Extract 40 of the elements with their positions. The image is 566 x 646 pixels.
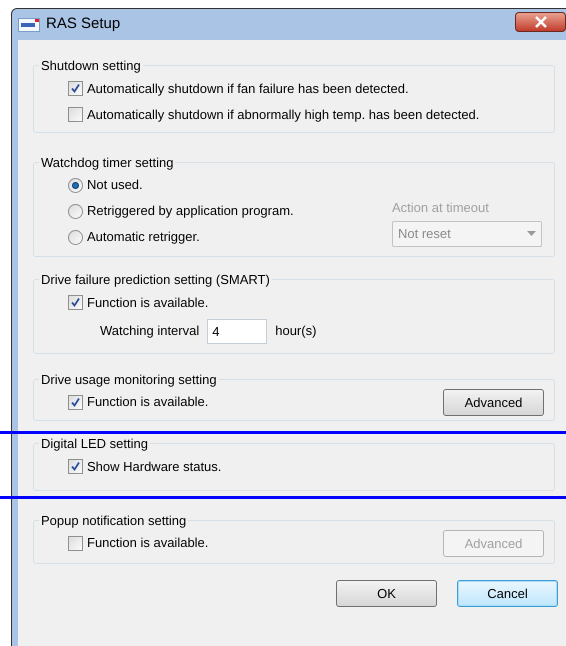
check-icon — [70, 396, 81, 408]
dropdown-label: Action at timeout — [392, 199, 490, 217]
check-icon — [70, 83, 81, 94]
checkbox-label: Automatically shutdown if fan failure has been detected. — [87, 80, 409, 98]
checkbox-label: Function is available. — [87, 393, 208, 412]
dialog-button[interactable]: Cancel — [457, 580, 558, 607]
advanced-button[interactable]: Advanced — [443, 389, 544, 416]
checkbox[interactable] — [68, 459, 83, 474]
group-title: Drive usage monitoring setting — [40, 370, 218, 389]
checkbox[interactable] — [68, 295, 83, 310]
checkbox-label: Automatically shutdown if abnormally high temp. has been detected. — [87, 106, 480, 124]
radio-button[interactable] — [68, 204, 83, 218]
radio-label: Not used. — [87, 176, 143, 194]
group-title: Digital LED setting — [40, 435, 149, 453]
window-title: RAS Setup — [46, 14, 120, 34]
unit-label: hour(s) — [275, 322, 316, 340]
group-title: Shutdown setting — [40, 57, 142, 75]
group-title: Watchdog timer setting — [40, 154, 174, 172]
radio-label: Retriggered by application program. — [87, 202, 294, 220]
close-icon — [534, 16, 548, 28]
checkbox[interactable] — [68, 536, 83, 550]
radio-button[interactable] — [68, 178, 83, 192]
checkbox[interactable] — [68, 107, 83, 122]
check-icon — [70, 297, 81, 308]
checkbox-label: Function is available. — [87, 534, 208, 552]
field-label: Watching interval — [100, 322, 200, 340]
checkbox[interactable] — [68, 81, 83, 96]
dialog-button[interactable]: OK — [336, 580, 437, 607]
radio-label: Automatic retrigger. — [87, 228, 200, 246]
radio-button[interactable] — [68, 230, 83, 244]
close-button[interactable] — [515, 12, 566, 32]
checkbox-label: Show Hardware status. — [87, 458, 222, 476]
app-icon — [18, 18, 40, 32]
checkbox[interactable] — [68, 394, 83, 410]
interval-field[interactable]: 4 — [207, 318, 268, 344]
group-title: Popup notification setting — [40, 512, 188, 530]
group-title: Drive failure prediction setting (SMART) — [40, 271, 271, 289]
check-icon — [70, 461, 81, 472]
dropdown-arrow-icon — [527, 231, 536, 236]
checkbox-label: Function is available. — [87, 294, 208, 312]
